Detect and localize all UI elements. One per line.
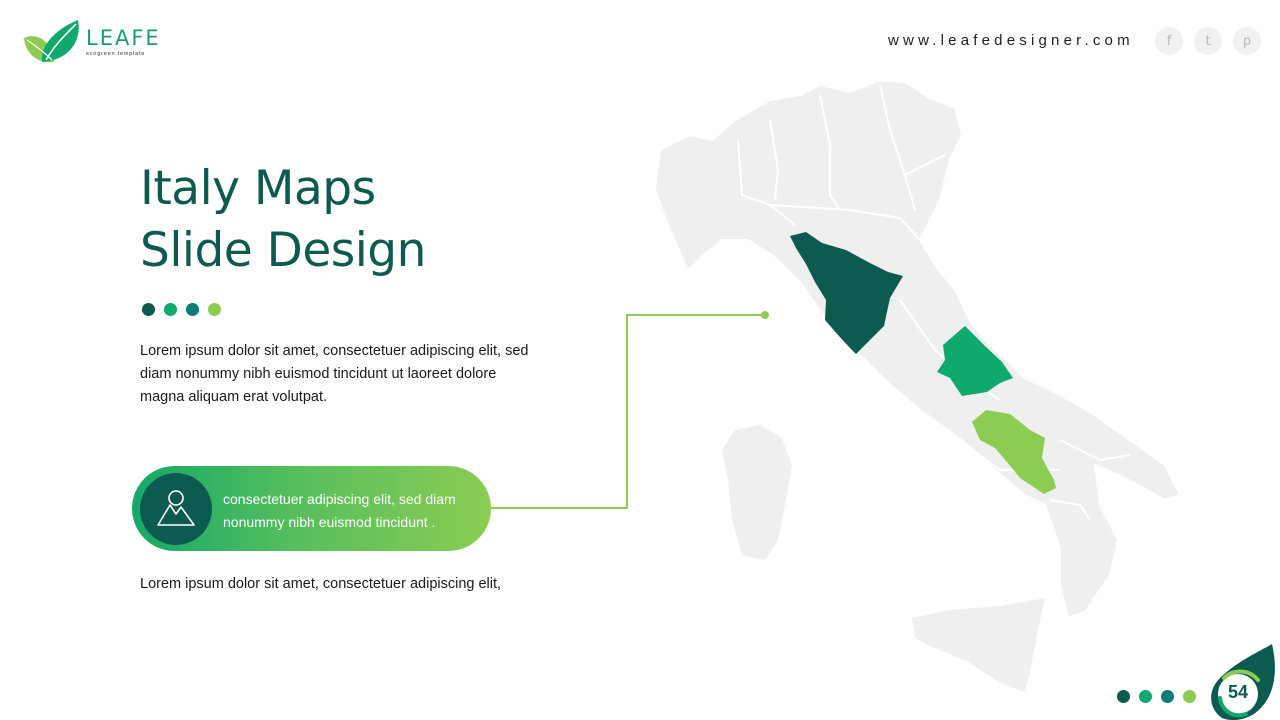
page-number: 54 [1227, 682, 1249, 702]
map-sardinia [722, 425, 792, 560]
connector-dot [761, 311, 769, 319]
callout-text: consectetuer adipiscing elit, sed diam n… [223, 491, 456, 530]
decor-dot [1161, 690, 1174, 703]
decor-dot [1183, 690, 1196, 703]
body-paragraph-2: Lorem ipsum dolor sit amet, consectetuer… [140, 576, 502, 592]
map-mainland [653, 78, 1182, 620]
callout-pill: consectetuer adipiscing elit, sed diam n… [132, 466, 491, 551]
decor-dot [1117, 690, 1130, 703]
italy-map [491, 78, 1182, 692]
map-sicily [912, 598, 1045, 692]
callout-icon-circle [140, 473, 212, 545]
footer-decor-dots [1117, 690, 1196, 703]
decor-dot [1139, 690, 1152, 703]
mountain-icon [157, 490, 195, 526]
connector-line [491, 314, 765, 509]
page-leaf-badge [1211, 644, 1275, 720]
